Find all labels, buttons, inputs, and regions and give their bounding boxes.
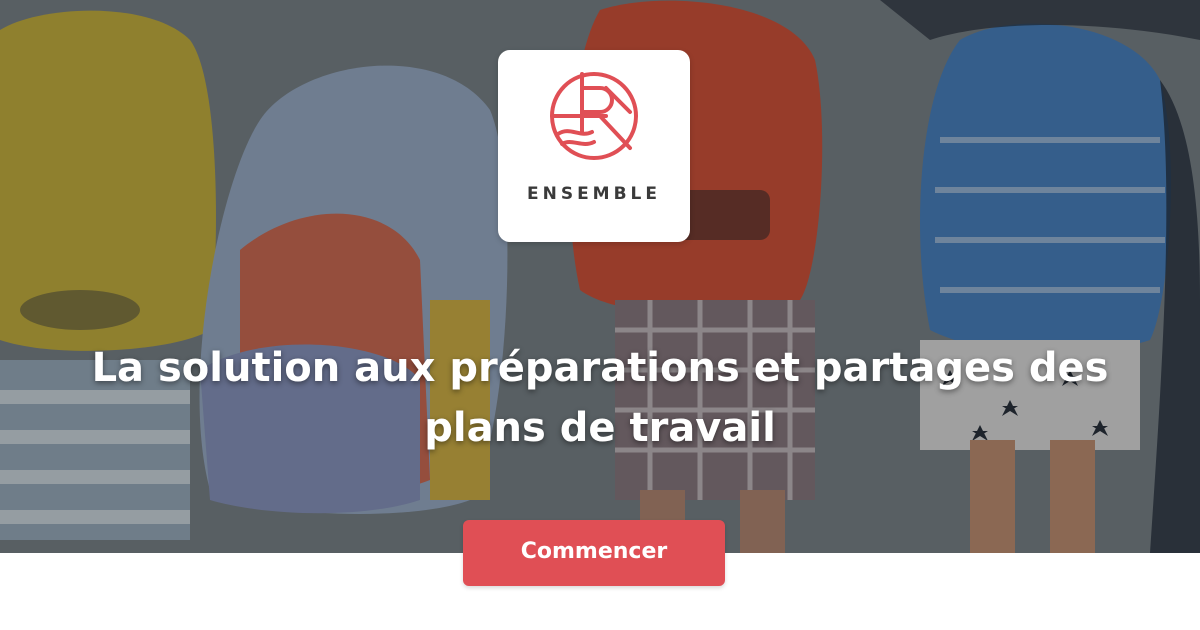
ensemble-logo-icon <box>550 72 638 160</box>
hero-headline: La solution aux préparations et partages… <box>91 345 1109 451</box>
brand-name-text: ENSEMBLE <box>526 184 662 204</box>
commencer-button[interactable]: Commencer <box>463 520 725 586</box>
brand-logo-card: ENSEMBLE <box>498 50 690 242</box>
